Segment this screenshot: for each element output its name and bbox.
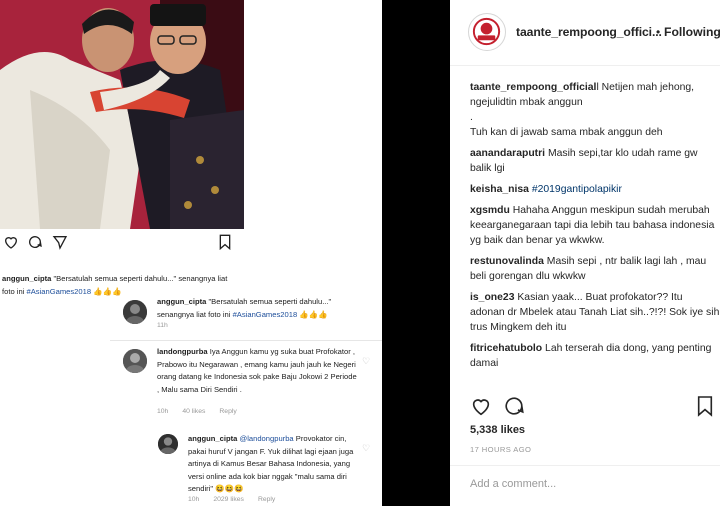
heart-icon[interactable] xyxy=(470,395,492,422)
reply-time: 10h xyxy=(157,408,169,415)
comment-meta: 11h xyxy=(157,322,182,329)
left-screenshot-panel: anggun_cipta "Bersatulah semua seperti d… xyxy=(0,0,382,506)
post-action-bar xyxy=(470,395,720,419)
caption-username[interactable]: anggun_cipta xyxy=(2,274,51,283)
comment-avatar[interactable] xyxy=(123,300,147,324)
comment-icon[interactable] xyxy=(27,234,43,255)
reply-comment-2: anggun_cipta @landongpurba Provokator ci… xyxy=(188,433,360,496)
comment-item: Tuh kan di jawab sama mbak anggun deh xyxy=(470,125,720,140)
reply-likes[interactable]: 2029 likes xyxy=(213,496,244,503)
bookmark-icon[interactable] xyxy=(696,395,714,422)
comment-time: 11h xyxy=(157,322,168,329)
comment-item: taante_rempoong_officiall Netijen mah je… xyxy=(470,80,720,110)
like-heart-icon[interactable]: ♡ xyxy=(362,356,370,367)
header-separator: • xyxy=(656,25,661,39)
comment-item: fitricehatubolo Lah terserah dia dong, y… xyxy=(470,341,720,371)
following-button[interactable]: Following xyxy=(664,25,720,39)
post-photo-illustration xyxy=(0,0,244,229)
share-icon[interactable] xyxy=(52,234,68,255)
reply-button[interactable]: Reply xyxy=(258,496,275,503)
post-photo xyxy=(0,0,244,229)
comment-text: Tuh kan di jawab sama mbak anggun deh xyxy=(470,127,663,138)
comment-item: aanandaraputri Masih sepi,tar klo udah r… xyxy=(470,146,720,176)
comment-username[interactable]: anggun_cipta xyxy=(157,297,206,306)
comment-item: keisha_nisa #2019gantipolapikir xyxy=(470,182,720,197)
comment-username[interactable]: aanandaraputri xyxy=(470,148,545,159)
bookmark-icon[interactable] xyxy=(218,234,232,255)
like-heart-icon[interactable]: ♡ xyxy=(362,443,370,454)
reply-time: 10h xyxy=(188,496,200,503)
post-header: taante_rempoong_offici... • Following xyxy=(450,0,720,66)
reply-username[interactable]: anggun_cipta xyxy=(188,434,237,443)
reply-avatar[interactable] xyxy=(158,434,178,454)
comment-item: xgsmdu Hahaha Anggun meskipun sudah meru… xyxy=(470,203,720,248)
reply-avatar[interactable] xyxy=(123,349,147,373)
comment-username[interactable]: fitricehatubolo xyxy=(470,343,542,354)
reply-likes[interactable]: 40 likes xyxy=(182,408,205,415)
heart-icon[interactable] xyxy=(3,234,19,255)
add-comment-input[interactable] xyxy=(470,478,700,490)
comment-item: is_one23 Kasian yaak... Buat profokator?… xyxy=(470,290,720,335)
reply-username[interactable]: landongpurba xyxy=(157,347,208,356)
comment-item: restunovalinda Masih sepi , ntr balik la… xyxy=(470,254,720,284)
comment-username[interactable]: restunovalinda xyxy=(470,256,544,267)
profile-avatar[interactable] xyxy=(468,13,506,51)
header-username[interactable]: taante_rempoong_offici... xyxy=(516,25,662,39)
reply-meta: 10h 2029 likes Reply xyxy=(188,496,289,503)
left-post-caption: anggun_cipta "Bersatulah semua seperti d… xyxy=(2,272,242,298)
comment-text: . xyxy=(470,112,473,123)
caption-emoji: 👍👍👍 xyxy=(91,287,122,296)
comment-icon[interactable] xyxy=(503,395,525,422)
likes-count[interactable]: 5,338 likes xyxy=(470,424,525,436)
add-comment-bar xyxy=(450,465,720,506)
reply-button[interactable]: Reply xyxy=(219,408,236,415)
reply-mention[interactable]: @landongpurba xyxy=(237,434,293,443)
comment-username[interactable]: xgsmdu xyxy=(470,205,510,216)
left-post-actions xyxy=(0,232,244,256)
divider xyxy=(110,340,382,341)
post-timestamp: 17 HOURS AGO xyxy=(470,445,532,454)
comment-username[interactable]: keisha_nisa xyxy=(470,184,529,195)
comment-hashtag[interactable]: #AsianGames2018 xyxy=(233,310,298,319)
comment-username[interactable]: is_one23 xyxy=(470,292,514,303)
comment-item: . xyxy=(470,110,720,125)
profile-logo-icon xyxy=(470,15,503,48)
comments-list: taante_rempoong_officiall Netijen mah je… xyxy=(470,80,720,377)
comment-main: anggun_cipta "Bersatulah semua seperti d… xyxy=(157,296,367,321)
comment-emoji: 👍👍👍 xyxy=(297,309,328,319)
reply-meta: 10h 40 likes Reply xyxy=(157,408,251,415)
caption-hashtag[interactable]: #AsianGames2018 xyxy=(26,287,91,296)
reply-comment-1: landongpurba Iya Anggun kamu yg suka bua… xyxy=(157,346,357,396)
comment-username[interactable]: taante_rempoong_official xyxy=(470,82,596,93)
comment-hashtag[interactable]: #2019gantipolapikir xyxy=(532,184,622,195)
post-detail-panel: taante_rempoong_offici... • Following ta… xyxy=(450,0,720,506)
